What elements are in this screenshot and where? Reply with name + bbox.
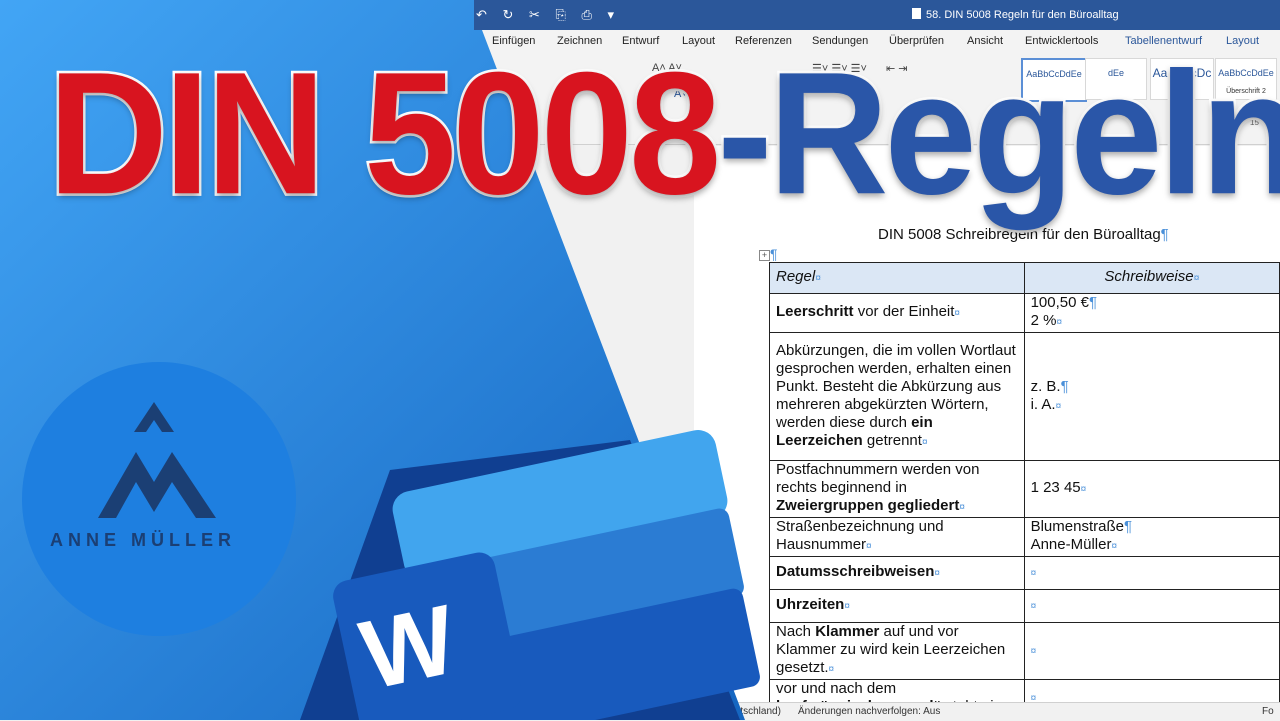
headline-din-5008: DIN 5008 <box>45 36 723 232</box>
headline: DIN 5008-Regeln <box>45 36 1280 232</box>
brand-logo-mountain-icon <box>98 402 216 518</box>
brand-logo-text: ANNE MÜLLER <box>50 530 236 550</box>
headline-regeln: -Regeln <box>715 36 1280 232</box>
